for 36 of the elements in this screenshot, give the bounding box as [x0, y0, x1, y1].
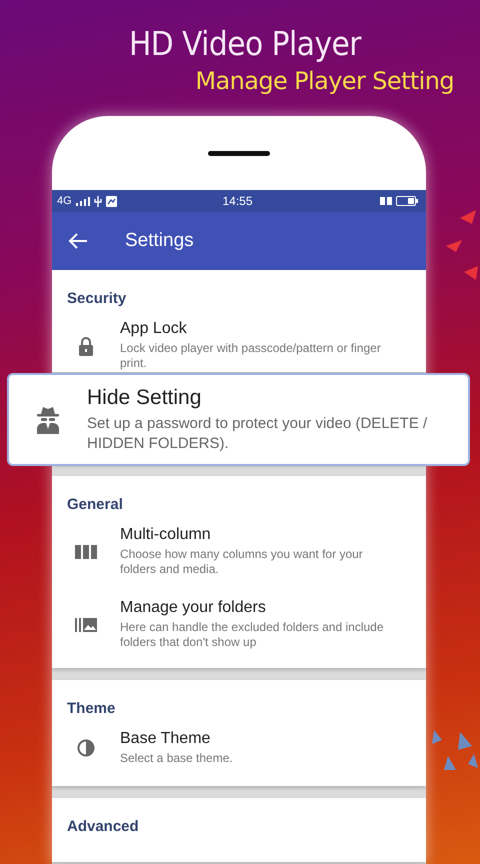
battery-icon — [396, 196, 418, 206]
item-description: Select a base theme. — [120, 751, 234, 766]
item-title: Manage your folders — [120, 599, 267, 617]
image-list-icon — [75, 618, 97, 632]
item-title: Hide Setting — [87, 386, 202, 410]
section-heading: General — [66, 496, 124, 513]
section-heading: Security — [66, 290, 128, 307]
item-description: Choose how many columns you want for your folders and media. — [120, 547, 364, 577]
settings-item[interactable]: Base Theme Select a base theme. — [52, 730, 426, 766]
back-arrow-icon[interactable] — [68, 233, 88, 249]
promo-title: HD Video Player — [128, 24, 362, 64]
item-description: Here can handle the excluded folders and include folders that don't show up — [120, 620, 385, 650]
item-description: Set up a password to protect your video (DELETE / HIDDEN FOLDERS). — [87, 414, 428, 454]
lock-icon — [78, 336, 94, 356]
signal-icon — [76, 196, 90, 206]
item-title: App Lock — [120, 320, 188, 338]
speaker-slot — [208, 151, 270, 156]
section-heading: Theme — [66, 700, 116, 717]
clock-time: 14:55 — [222, 194, 253, 208]
contrast-icon — [77, 739, 95, 757]
settings-item[interactable]: Multi-column Choose how many columns you want for your folders and media. — [52, 526, 426, 577]
settings-item[interactable]: App Lock Lock video player with passcode/pattern or finger print. — [52, 320, 426, 371]
settings-item[interactable]: Manage your folders Here can handle the excluded folders and include folders that don't show up — [52, 599, 426, 650]
screen-title: Settings — [125, 230, 194, 252]
item-title: Multi-column — [120, 526, 212, 544]
highlighted-setting-card[interactable]: Hide Setting Set up a password to protect your video (DELETE / HIDDEN FOLDERS). — [7, 373, 470, 466]
section-heading: Advanced — [66, 818, 140, 835]
usb-icon — [94, 196, 102, 206]
data-icon — [380, 196, 392, 206]
columns-icon — [75, 544, 97, 558]
promo-subtitle: Manage Player Setting — [195, 66, 454, 96]
notification-icon — [106, 196, 117, 206]
spy-icon — [35, 406, 61, 434]
network-label: 4G — [57, 195, 72, 207]
item-description: Lock video player with passcode/pattern or finger print. — [120, 341, 382, 371]
item-title: Base Theme — [120, 730, 212, 748]
